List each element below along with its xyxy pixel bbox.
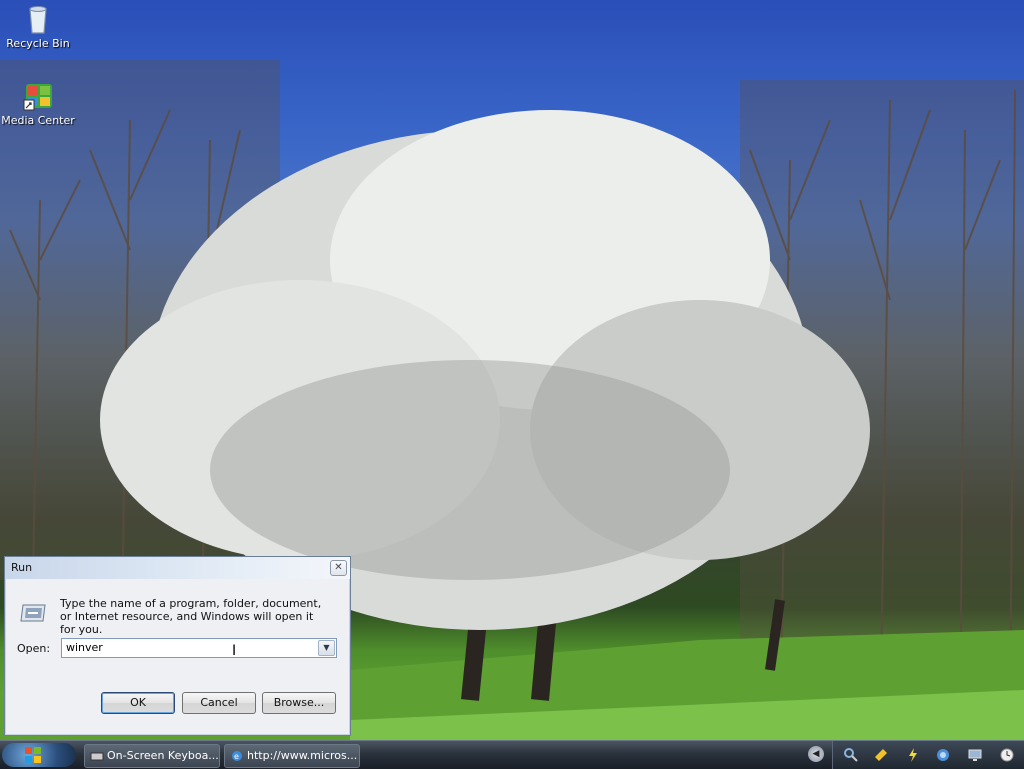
taskbar-button-internet-explorer[interactable]: e http://www.micros...	[224, 744, 360, 768]
desktop-icon-label: Recycle Bin	[6, 37, 70, 50]
system-tray	[832, 741, 1024, 769]
open-combobox[interactable]: ▼	[61, 638, 337, 658]
ok-button[interactable]: OK	[101, 692, 175, 714]
media-center-icon	[22, 80, 54, 112]
magnifier-icon[interactable]	[843, 747, 859, 763]
ibeam-cursor-icon: I	[232, 643, 237, 659]
pointer-icon[interactable]	[873, 747, 889, 763]
taskbar-button-label: http://www.micros...	[247, 749, 358, 762]
run-dialog-title: Run	[11, 561, 33, 574]
taskbar-button-label: On-Screen Keyboa...	[107, 749, 219, 762]
keyboard-icon	[90, 749, 104, 763]
svg-text:e: e	[234, 752, 239, 761]
cancel-button[interactable]: Cancel	[182, 692, 256, 714]
desktop-icon-media-center[interactable]: Media Center	[1, 80, 75, 127]
show-hidden-icons-icon[interactable]: ◀	[808, 746, 824, 762]
run-dialog: Run ✕ Type the name of a program, folder…	[4, 556, 351, 736]
open-label: Open:	[17, 642, 51, 655]
recycle-bin-icon	[22, 3, 54, 35]
close-icon[interactable]: ✕	[330, 560, 347, 576]
internet-explorer-icon: e	[230, 749, 244, 763]
display-icon[interactable]	[967, 747, 983, 763]
power-icon[interactable]	[905, 747, 921, 763]
taskbar-button-on-screen-keyboard[interactable]: On-Screen Keyboa...	[84, 744, 220, 768]
run-program-icon	[19, 601, 49, 625]
browse-button[interactable]: Browse...	[262, 692, 336, 714]
open-input[interactable]	[66, 641, 314, 654]
desktop-icon-recycle-bin[interactable]: Recycle Bin	[1, 3, 75, 50]
windows-logo-icon	[24, 746, 42, 764]
network-icon[interactable]	[935, 747, 951, 763]
run-description: Type the name of a program, folder, docu…	[60, 597, 322, 636]
start-button[interactable]	[2, 743, 76, 767]
chevron-down-icon[interactable]: ▼	[318, 640, 335, 656]
taskbar: On-Screen Keyboa... e http://www.micros.…	[0, 740, 1024, 769]
run-dialog-titlebar[interactable]: Run ✕	[5, 557, 350, 579]
desktop-icon-label: Media Center	[1, 114, 75, 127]
clock-icon[interactable]	[999, 747, 1015, 763]
